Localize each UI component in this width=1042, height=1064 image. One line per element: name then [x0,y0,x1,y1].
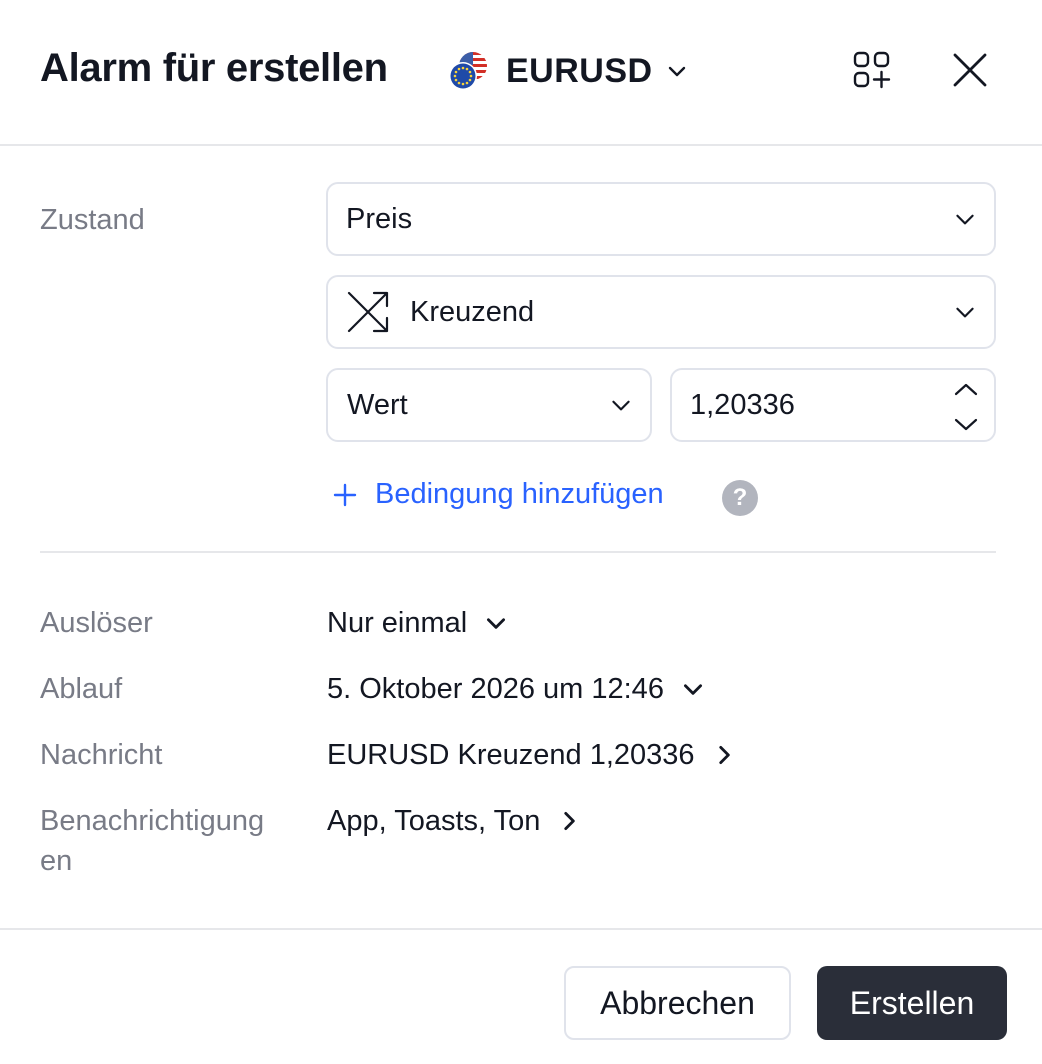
add-widget-icon [853,51,891,89]
footer-divider [0,928,1042,930]
close-icon [953,53,987,87]
trigger-label: Auslöser [40,607,153,639]
chevron-down-icon [487,618,506,629]
notifications-label: Benachrichtigung en [40,801,264,881]
section-divider [40,551,996,553]
condition-operator-value: Kreuzend [410,295,535,328]
close-button[interactable] [946,46,994,94]
condition-source-value: Preis [346,202,413,235]
chevron-right-icon [718,746,730,764]
symbol-name: EURUSD [506,51,653,90]
chevron-right-icon [564,812,576,830]
notifications-label-line1: Benachrichtigung [40,805,265,837]
symbol-selector[interactable]: EURUSD [446,48,689,94]
notifications-selector[interactable]: App, Toasts, Ton [327,801,582,841]
message-label: Nachricht [40,739,163,771]
chevron-down-icon [612,400,630,411]
chevron-down-icon [956,214,974,225]
notifications-label-line2: en [40,845,73,877]
add-condition-label: Bedingung hinzufügen [375,478,664,510]
expiry-label: Ablauf [40,673,123,705]
expiry-selector[interactable]: 5. Oktober 2026 um 12:46 [327,669,706,709]
condition-value-input[interactable]: 1,20336 [670,368,996,442]
add-condition-button[interactable]: Bedingung hinzufügen [333,478,664,511]
chevron-down-icon [956,307,974,318]
trigger-value: Nur einmal [327,606,468,639]
eur-usd-flag-icon [446,50,488,92]
condition-operator-select[interactable]: Kreuzend [326,275,996,349]
add-widget-button[interactable] [848,46,896,94]
message-selector[interactable]: EURUSD Kreuzend 1,20336 [327,735,737,775]
expiry-value: 5. Oktober 2026 um 12:46 [327,672,664,705]
create-button[interactable]: Erstellen [817,966,1007,1040]
stepper-arrows-icon[interactable] [952,380,980,434]
notifications-value: App, Toasts, Ton [327,804,541,837]
condition-type-select[interactable]: Wert [326,368,652,442]
condition-source-select[interactable]: Preis [326,182,996,256]
cancel-button[interactable]: Abbrechen [564,966,791,1040]
dialog-header: Alarm für erstellen EURUSD [0,0,1042,146]
condition-value-text: 1,20336 [690,388,795,421]
condition-label: Zustand [40,204,145,236]
trigger-selector[interactable]: Nur einmal [327,603,509,643]
chevron-down-icon [668,66,685,77]
message-value: EURUSD Kreuzend 1,20336 [327,738,695,771]
crossing-arrows-icon [347,291,389,333]
condition-type-value: Wert [347,388,408,421]
help-icon[interactable]: ? [722,480,758,516]
chevron-down-icon [683,684,702,695]
dialog-title: Alarm für erstellen [40,46,388,90]
plus-icon [333,483,357,506]
